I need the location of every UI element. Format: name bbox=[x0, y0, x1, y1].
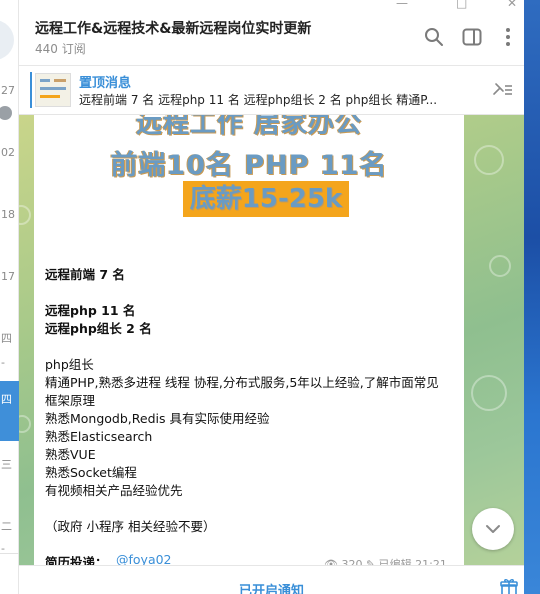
pinned-message-bar[interactable]: 置顶消息 远程前端 7 名 远程php 11 名 远程php组长 2 名 php… bbox=[19, 66, 524, 115]
divider bbox=[0, 553, 19, 554]
wallpaper-doodle bbox=[474, 145, 504, 175]
wallpaper-doodle bbox=[19, 415, 31, 433]
pinned-label: 置顶消息 bbox=[79, 76, 132, 91]
pinned-thumbnail bbox=[35, 73, 71, 107]
message-line: 有视频相关产品经验优先 bbox=[45, 483, 183, 498]
chat-avatar[interactable] bbox=[0, 20, 14, 60]
wallpaper-doodle bbox=[471, 375, 507, 411]
chat-time: 02 bbox=[1, 146, 15, 159]
chat-time: 二 bbox=[1, 520, 12, 533]
message-line: 熟悉VUE bbox=[45, 447, 96, 462]
message-line: php组长 bbox=[45, 357, 94, 372]
chat-time: 四 bbox=[1, 393, 12, 406]
chat-time: 27 bbox=[1, 84, 15, 97]
wallpaper-doodle bbox=[489, 255, 511, 277]
poster-line: 前端10名 PHP 11名 bbox=[110, 150, 388, 181]
pinned-text: 远程前端 7 名 远程php 11 名 远程php组长 2 名 php组长 精通… bbox=[79, 93, 438, 107]
gift-icon[interactable] bbox=[500, 578, 518, 594]
window-control-icon[interactable]: — bbox=[396, 0, 408, 10]
message-line: （政府 小程序 相关经验不要） bbox=[45, 519, 216, 534]
message-heading: 远程前端 7 名 bbox=[45, 267, 125, 282]
message-line: 框架原理 bbox=[45, 393, 96, 408]
poster-highlight: 底薪15-25k bbox=[183, 181, 349, 217]
notifications-toggle-button[interactable]: 已开启通知 bbox=[19, 580, 524, 594]
window-control-icon[interactable]: □ bbox=[456, 0, 467, 10]
poster-line: 远程工作 居家办公 bbox=[135, 115, 363, 139]
channel-bottom-bar: 已开启通知 bbox=[19, 565, 524, 594]
message-meta: 👁 320 ✎ 已编辑 21:21 bbox=[324, 558, 447, 565]
unread-badge bbox=[0, 106, 12, 120]
subscriber-count: 440 订阅 bbox=[35, 42, 86, 56]
message-line: 精通PHP,熟悉多进程 线程 协程,分布式服务,5年以上经验,了解市面常见 bbox=[45, 375, 439, 390]
message-bubble[interactable]: 远程工作 居家办公 前端10名 PHP 11名 底薪15-25k 远程前端 7 … bbox=[34, 115, 464, 565]
more-vertical-icon[interactable] bbox=[497, 26, 519, 48]
message-heading: 远程php 11 名 bbox=[45, 303, 136, 318]
message-heading: 远程php组长 2 名 bbox=[45, 321, 152, 336]
chat-time: - bbox=[1, 356, 5, 369]
pinned-indicator bbox=[30, 72, 32, 108]
chat-list-sidebar[interactable]: 27 02 18 17 四 - 四 三 二 - bbox=[0, 0, 19, 594]
job-poster-image[interactable]: 远程工作 居家办公 前端10名 PHP 11名 底薪15-25k bbox=[34, 115, 464, 217]
message-line: 熟悉Socket编程 bbox=[45, 465, 137, 480]
channel-title[interactable]: 远程工作&远程技术&最新远程岗位实时更新 bbox=[35, 18, 311, 38]
message-area[interactable]: 远程工作 居家办公 前端10名 PHP 11名 底薪15-25k 远程前端 7 … bbox=[19, 115, 524, 565]
unpin-icon[interactable] bbox=[488, 80, 514, 100]
chat-time: 三 bbox=[1, 458, 12, 471]
contact-handle-link[interactable]: @foya02 bbox=[116, 552, 172, 565]
telegram-window: 27 02 18 17 四 - 四 三 二 - — □ ✕ 远程工作&远程技术&… bbox=[0, 0, 524, 594]
scroll-to-bottom-button[interactable] bbox=[472, 508, 514, 550]
search-icon[interactable] bbox=[423, 26, 445, 48]
contact-label: 简历投递： bbox=[45, 555, 108, 565]
chat-time: 18 bbox=[1, 208, 15, 221]
message-line: 熟悉Mongodb,Redis 具有实际使用经验 bbox=[45, 411, 270, 426]
chevron-down-icon bbox=[486, 525, 500, 533]
window-control-icon[interactable]: ✕ bbox=[507, 0, 517, 10]
desktop-wallpaper bbox=[524, 0, 540, 594]
chat-header: — □ ✕ 远程工作&远程技术&最新远程岗位实时更新 440 订阅 bbox=[19, 0, 524, 66]
chat-list-item-active[interactable]: 四 bbox=[0, 381, 19, 441]
sidebar-toggle-icon[interactable] bbox=[461, 26, 483, 48]
wallpaper-doodle bbox=[19, 205, 31, 225]
message-line: 熟悉Elasticsearch bbox=[45, 429, 153, 444]
chat-time: 四 bbox=[1, 332, 12, 345]
chat-time: 17 bbox=[1, 270, 15, 283]
